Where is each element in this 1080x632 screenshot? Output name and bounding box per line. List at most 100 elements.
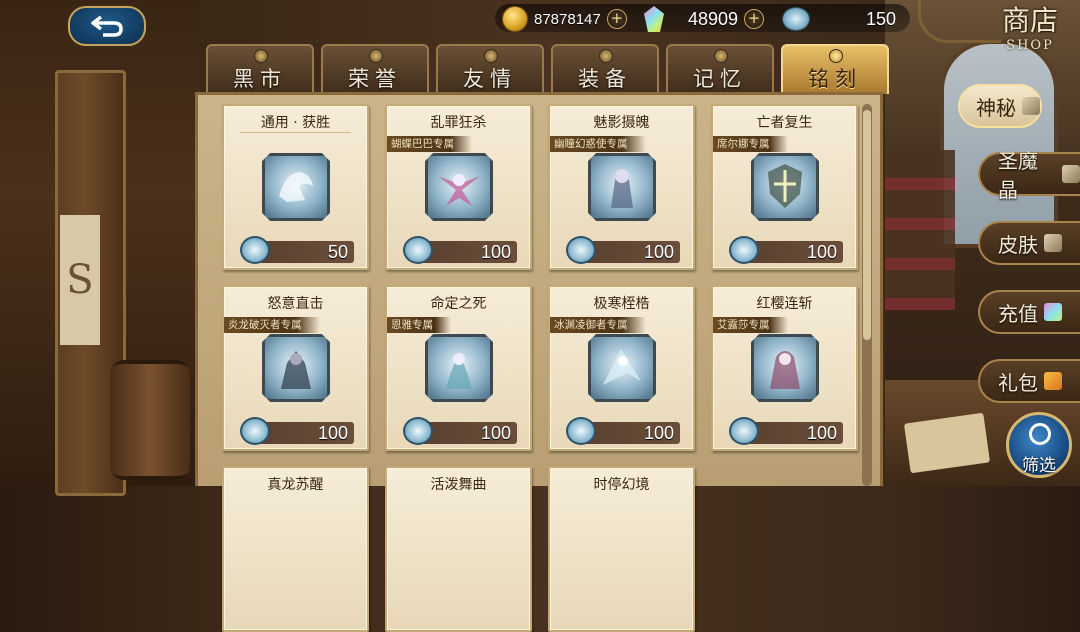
exclusive-hero-tag: 冰渊凌御者专属: [550, 317, 646, 333]
scrollbar-thumb[interactable]: [863, 110, 871, 340]
rune-cost-icon: [729, 236, 759, 264]
item-price: 50: [327, 242, 348, 262]
crystal-amount: 48909: [688, 8, 739, 29]
shop-title-en: SHOP: [1006, 38, 1054, 53]
barrel: [110, 360, 190, 480]
exclusive-hero-tag: 艾露莎专属: [713, 317, 788, 333]
tab-pin-icon: [254, 49, 268, 63]
shop-item-card[interactable]: 乱罪狂杀 蝴蝶巴巴专属 100: [385, 104, 532, 270]
shop-item-card[interactable]: 红樱连斩 艾露莎专属 100: [711, 285, 858, 451]
shop-item-card[interactable]: 时停幻境: [548, 466, 695, 632]
exclusive-hero-tag: 蝴蝶巴巴专属: [387, 136, 472, 152]
shop-item-card[interactable]: 真龙苏醒: [222, 466, 369, 632]
item-price: 100: [643, 423, 674, 443]
rune-cost-icon: [240, 236, 270, 264]
side-menu-gift-pack[interactable]: 礼包: [978, 359, 1080, 403]
background-left-room: S: [0, 0, 200, 496]
item-price: 100: [317, 423, 348, 443]
side-menu-skin[interactable]: 皮肤: [978, 221, 1080, 265]
shop-item-card[interactable]: 怒意直击 炎龙破灭者专属 100: [222, 285, 369, 451]
tab-equipment[interactable]: 装备: [551, 44, 659, 94]
item-title: 乱罪狂杀: [430, 115, 487, 131]
inscription-shield-icon: [751, 153, 819, 221]
scrollbar[interactable]: [862, 104, 872, 486]
shop-item-card[interactable]: 亡者复生 席尔娜专属 100: [711, 104, 858, 270]
item-title: 通用 · 获胜: [260, 115, 331, 131]
inscription-portrait-icon: [425, 334, 493, 402]
item-title: 命定之死: [430, 296, 487, 312]
add-gold-button[interactable]: +: [606, 9, 627, 29]
shop-item-card[interactable]: 通用 · 获胜 50: [222, 104, 369, 270]
filter-label: 筛选: [1022, 456, 1056, 476]
shop-item-card[interactable]: 活泼舞曲: [385, 466, 532, 632]
side-menu-label: 充值: [998, 301, 1038, 326]
divider: [240, 132, 351, 133]
shop-item-card[interactable]: 极寒桎梏 冰渊凌御者专属 100: [548, 285, 695, 451]
rune-cost-icon: [403, 417, 433, 445]
wall-banner: S: [60, 215, 100, 345]
side-menu-label: 神秘: [976, 95, 1016, 120]
item-title: 亡者复生: [756, 115, 813, 131]
inscription-portrait-icon: [588, 153, 656, 221]
item-title: 时停幻境: [593, 477, 650, 493]
add-crystal-button[interactable]: +: [744, 9, 765, 29]
crystal-icon: [644, 6, 664, 32]
tab-label: 荣誉: [348, 67, 402, 91]
tab-label: 铭刻: [808, 67, 862, 91]
return-arrow-icon: [91, 15, 123, 37]
tab-friendship[interactable]: 友情: [436, 44, 544, 94]
tab-honor[interactable]: 荣誉: [321, 44, 429, 94]
dice-icon: [1022, 97, 1040, 115]
shop-item-card[interactable]: 魅影摄魄 幽瞳幻惑使专属 100: [548, 104, 695, 270]
tab-pin-icon: [599, 49, 613, 63]
tab-inscription[interactable]: 铭刻: [781, 44, 889, 94]
rune-cost-icon: [240, 417, 270, 445]
arched-window: [940, 40, 1058, 248]
side-menu-label: 皮肤: [998, 232, 1038, 257]
rune-stone-icon: [782, 7, 810, 31]
tab-label: 装备: [578, 67, 632, 91]
crystal-currency: 48909 +: [644, 5, 765, 33]
inscription-portrait-icon: [751, 334, 819, 402]
side-menu-label: 圣魔晶: [998, 149, 1038, 202]
filter-button[interactable]: 筛选: [1006, 412, 1072, 478]
item-title: 魅影摄魄: [593, 115, 650, 131]
side-menu-mystery[interactable]: 神秘: [958, 84, 1042, 128]
exclusive-hero-tag: 炎龙破灭者专属: [224, 317, 320, 333]
tab-pin-icon: [829, 49, 843, 63]
tab-memory[interactable]: 记忆: [666, 44, 774, 94]
rune-cost-icon: [729, 417, 759, 445]
inscription-emblem-icon: [262, 153, 330, 221]
rune-cost-icon: [566, 417, 596, 445]
potion-shelf: [885, 150, 955, 310]
shop-title-cn: 商店: [1001, 4, 1058, 37]
exclusive-hero-tag: 幽瞳幻惑使专属: [550, 136, 646, 152]
magnifier-icon: [1029, 423, 1051, 445]
side-menu-holy-crystal[interactable]: 圣魔晶: [978, 149, 1080, 202]
inscription-portrait-icon: [262, 334, 330, 402]
inscription-portrait-icon: [425, 153, 493, 221]
back-button[interactable]: [68, 6, 146, 46]
item-price: 100: [480, 423, 511, 443]
exclusive-hero-tag: 席尔娜专属: [713, 136, 788, 152]
side-menu-label: 礼包: [998, 370, 1038, 395]
tab-black-market[interactable]: 黑市: [206, 44, 314, 94]
item-price: 100: [806, 242, 837, 262]
tab-label: 友情: [463, 67, 517, 91]
item-title: 真龙苏醒: [267, 477, 324, 493]
exclusive-hero-tag: 恩雅专属: [387, 317, 451, 333]
item-title: 怒意直击: [267, 296, 324, 312]
tab-pin-icon: [369, 49, 383, 63]
tab-pin-icon: [714, 49, 728, 63]
costume-icon: [1044, 234, 1062, 252]
gold-currency: 87878147 +: [502, 5, 627, 33]
rune-amount: 150: [866, 8, 897, 29]
shop-item-card[interactable]: 命定之死 恩雅专属 100: [385, 285, 532, 451]
gift-box-icon: [1044, 372, 1062, 390]
item-title: 红樱连斩: [756, 296, 813, 312]
rune-currency: 150: [782, 5, 896, 33]
gold-coin-icon: [502, 6, 528, 32]
corner-ornament: [918, 0, 1001, 43]
side-menu-recharge[interactable]: 充值: [978, 290, 1080, 334]
crystal-icon: [1044, 303, 1062, 321]
